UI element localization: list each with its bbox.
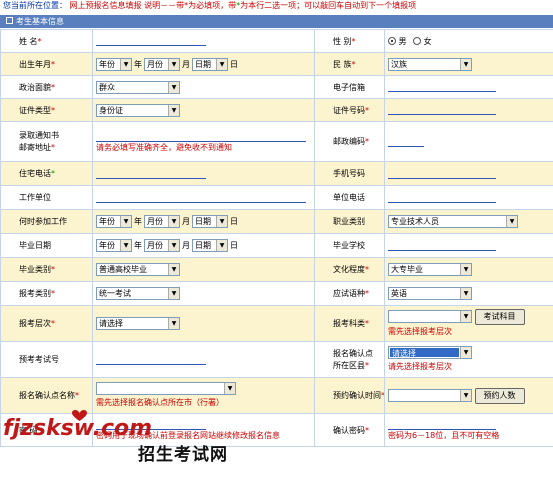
grad-school-label: 毕业学校 — [314, 233, 385, 258]
gender-male-label: 男 — [398, 36, 407, 46]
birth-year-select[interactable]: 年份 ▼ — [96, 57, 132, 71]
politics-label: 政治面貌* — [0, 75, 93, 99]
language-label: 应试语种* — [314, 281, 385, 306]
subject-cat-select[interactable]: ▼ — [388, 310, 472, 323]
confirm-point-label: 报名确认点名称* — [0, 377, 93, 414]
confirm-area-hint: 请先选择报考层次 — [388, 361, 452, 371]
workplace-input[interactable] — [96, 193, 306, 203]
section-header[interactable]: 考生基本信息 — [0, 15, 553, 28]
id-number-input[interactable] — [388, 105, 496, 115]
education-select[interactable]: 大专毕业 ▼ — [388, 263, 472, 276]
name-label: 姓 名* — [0, 29, 93, 53]
mobile-label: 手机号码 — [314, 161, 385, 186]
level-label: 报考层次* — [0, 305, 93, 342]
birth-day-select[interactable]: 日期 ▼ — [192, 57, 228, 71]
mail-address-label: 录取通知书 邮寄地址* — [0, 121, 93, 162]
postcode-label: 邮政编码* — [314, 121, 385, 162]
gender-female-label: 女 — [423, 36, 432, 46]
note-mid: 为必填项，带 — [188, 1, 237, 10]
postcode-input[interactable] — [388, 137, 424, 147]
confirm-area-select[interactable]: 请选择 ▼ — [388, 345, 472, 359]
mail-address-hint: 请务必填写准确齐全，避免收不到通知 — [96, 142, 232, 152]
email-label: 电子信箱 — [314, 75, 385, 99]
work-phone-label: 单位电话 — [314, 185, 385, 210]
confirm-password-hint: 密码为6－18位，且不可有空格 — [388, 431, 500, 440]
education-label: 文化程度* — [314, 257, 385, 282]
confirm-area-label: 报名确认点 所在区县* — [314, 341, 385, 378]
id-type-label: 证件类型* — [0, 98, 93, 122]
work-year-select[interactable]: 年份 ▼ — [96, 215, 132, 228]
section-title: 考生基本信息 — [16, 17, 64, 26]
prev-exam-no-label: 预考考试号 — [0, 341, 93, 378]
job-type-select[interactable]: 专业技术人员 ▼ — [388, 215, 518, 228]
location-value: 网上预报名信息填报 — [69, 1, 142, 10]
work-day-select[interactable]: 日期 ▼ — [192, 215, 228, 228]
grad-type-select[interactable]: 普通高校毕业 ▼ — [96, 263, 180, 276]
mail-address-input[interactable] — [96, 132, 306, 142]
watermark-latin: fjzsksw.com — [3, 416, 153, 441]
grad-year-select[interactable]: 年份 ▼ — [96, 239, 132, 252]
work-phone-input[interactable] — [388, 193, 496, 203]
subject-cat-label: 报考科类* — [314, 305, 385, 342]
work-month-select[interactable]: 月份 ▼ — [144, 215, 180, 228]
language-select[interactable]: 英语 ▼ — [388, 287, 472, 300]
id-number-label: 证件号码* — [314, 98, 385, 122]
exam-subjects-button[interactable]: 考试科目 — [474, 308, 525, 325]
prev-exam-no-input[interactable] — [96, 355, 206, 365]
ethnicity-select[interactable]: 汉族 ▼ — [388, 57, 472, 71]
mobile-input[interactable] — [388, 169, 496, 179]
name-input[interactable] — [96, 36, 206, 46]
grad-type-label: 毕业类别* — [0, 257, 93, 282]
work-start-label: 何时参加工作 — [0, 209, 93, 234]
level-select[interactable]: 请选择 ▼ — [96, 317, 180, 330]
home-phone-input[interactable] — [96, 169, 206, 179]
subject-cat-hint: 需先选择报考层次 — [388, 326, 452, 336]
ethnicity-label: 民 族* — [314, 52, 385, 76]
location-bar: 您当前所在位置： 网上预报名信息填报 说明－－带*为必填项，带*为本行二选一项；… — [0, 0, 553, 12]
grad-date-label: 毕业日期 — [0, 233, 93, 258]
exam-type-label: 报考类别* — [0, 281, 93, 306]
appoint-time-select[interactable]: ▼ — [388, 389, 472, 402]
confirm-password-label: 确认密码* — [314, 413, 385, 447]
appoint-time-label: 预约确认时间* — [314, 377, 385, 414]
appoint-count-button[interactable]: 预约人数 — [474, 387, 525, 404]
watermark-chinese: 招生考试网 — [138, 445, 228, 465]
home-phone-label: 住宅电话* — [0, 161, 93, 186]
gender-male-radio[interactable] — [388, 37, 396, 45]
note-prefix: 说明－－带 — [144, 1, 185, 10]
confirm-point-select[interactable]: ▼ — [96, 381, 236, 395]
confirm-point-hint: 需先选择报名确认点所在市（行署） — [96, 397, 224, 407]
collapse-icon[interactable] — [6, 17, 13, 24]
grad-day-select[interactable]: 日期 ▼ — [192, 239, 228, 252]
gender-female-radio[interactable] — [413, 37, 422, 45]
birth-month-select[interactable]: 月份 ▼ — [144, 57, 180, 71]
email-input[interactable] — [388, 82, 496, 92]
applicant-form: 姓 名* 性 别* 男 女 出生年月* 年份 ▼ 年月份 ▼ 月日期 ▼ 日 民 族* 汉族… — [0, 29, 553, 447]
job-type-label: 职业类别 — [314, 209, 385, 234]
location-label: 您当前所在位置： — [3, 1, 67, 10]
birth-label: 出生年月* — [0, 52, 93, 76]
note-suffix: 为本行二选一项；可以敲回车自动到下一个填报项 — [240, 1, 417, 10]
confirm-password-input[interactable] — [388, 420, 496, 430]
workplace-label: 工作单位 — [0, 185, 93, 210]
exam-type-select[interactable]: 统一考试 ▼ — [96, 287, 180, 300]
politics-select[interactable]: 群众 ▼ — [96, 80, 180, 94]
grad-school-input[interactable] — [388, 241, 496, 251]
id-type-select[interactable]: 身份证 ▼ — [96, 103, 180, 117]
gender-label: 性 别* — [314, 29, 385, 53]
grad-month-select[interactable]: 月份 ▼ — [144, 239, 180, 252]
